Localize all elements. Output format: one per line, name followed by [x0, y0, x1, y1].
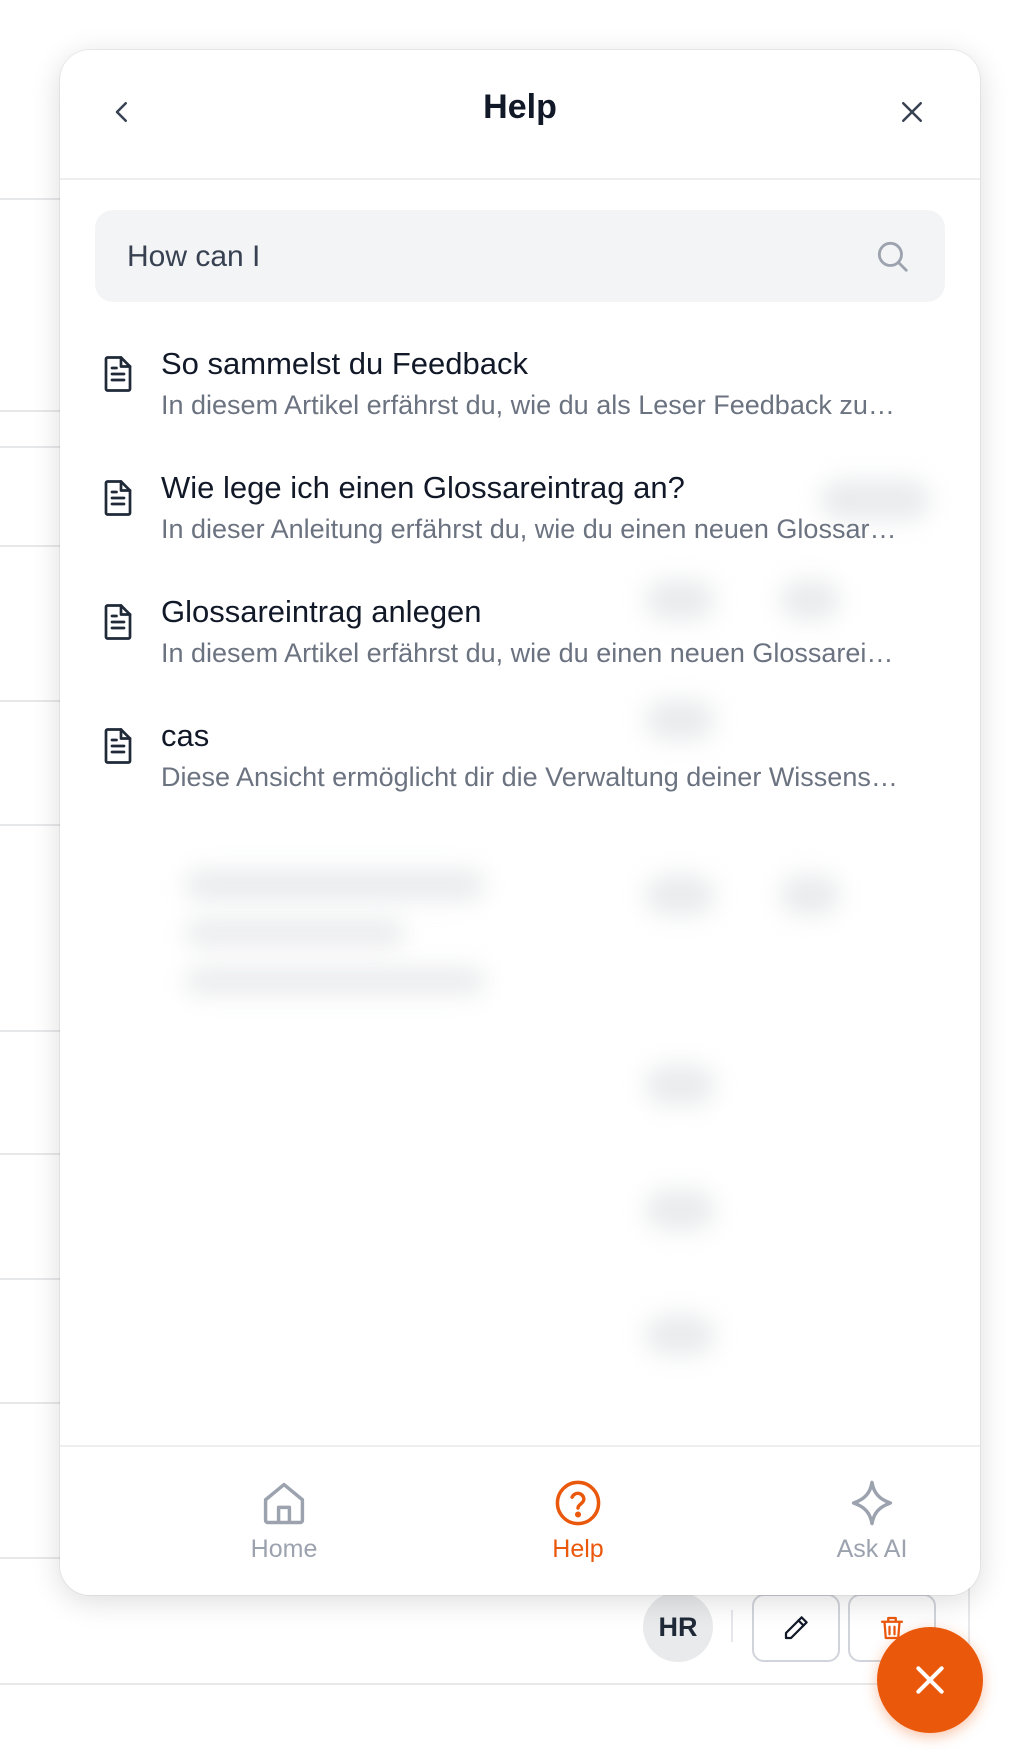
- home-icon: [263, 1482, 305, 1525]
- document-icon: [104, 356, 132, 392]
- divider: [0, 824, 60, 826]
- search-box: [95, 210, 945, 304]
- ghost-shape: [645, 1190, 715, 1230]
- ghost-shape: [645, 875, 715, 915]
- search-icon[interactable]: [873, 237, 911, 275]
- divider: [0, 1683, 980, 1685]
- document-icon: [104, 604, 132, 640]
- document-icon: [104, 480, 132, 516]
- nav-home[interactable]: Home: [184, 1477, 384, 1577]
- ghost-shape: [185, 870, 485, 900]
- divider: [0, 545, 60, 547]
- search-input[interactable]: [125, 210, 869, 304]
- divider: [0, 198, 60, 200]
- result-title: So sammelst du Feedback: [161, 346, 529, 381]
- close-icon: [916, 1666, 944, 1694]
- ghost-shape: [645, 1065, 715, 1105]
- close-icon: [902, 102, 922, 122]
- search-result[interactable]: Glossareintrag anlegen In diesem Artikel…: [60, 594, 980, 718]
- avatar[interactable]: HR: [643, 1592, 713, 1662]
- divider: [731, 1610, 733, 1642]
- bottom-nav: Home Help Ask AI: [60, 1445, 980, 1595]
- ghost-shape: [185, 968, 485, 994]
- sparkle-icon: [851, 1480, 893, 1526]
- search-result[interactable]: cas Diese Ansicht ermöglicht dir die Ver…: [60, 718, 980, 842]
- result-description: Diese Ansicht ermöglicht dir die Verwalt…: [161, 762, 898, 792]
- result-description: In dieser Anleitung erfährst du, wie du …: [161, 514, 897, 544]
- result-description: In diesem Artikel erfährst du, wie du al…: [161, 390, 895, 420]
- nav-ask-ai-label: Ask AI: [836, 1535, 908, 1563]
- edit-button[interactable]: [752, 1594, 840, 1662]
- nav-ask-ai[interactable]: Ask AI: [772, 1477, 972, 1577]
- document-icon: [104, 728, 132, 764]
- widget-title: Help: [483, 88, 557, 126]
- pencil-icon: [784, 1616, 808, 1640]
- divider: [0, 1030, 60, 1032]
- search-result[interactable]: Wie lege ich einen Glossareintrag an? In…: [60, 470, 980, 594]
- search-result[interactable]: So sammelst du Feedback In diesem Artike…: [60, 346, 980, 470]
- result-title: Glossareintrag anlegen: [161, 594, 482, 629]
- nav-help-label: Help: [552, 1535, 604, 1563]
- divider: [0, 700, 60, 702]
- result-title: Wie lege ich einen Glossareintrag an?: [161, 470, 685, 505]
- divider: [0, 410, 60, 412]
- divider: [0, 1278, 60, 1280]
- nav-home-label: Home: [250, 1535, 318, 1563]
- ghost-shape: [645, 1315, 715, 1355]
- ghost-shape: [780, 875, 840, 915]
- divider: [0, 446, 60, 448]
- close-button[interactable]: [890, 90, 934, 134]
- nav-help[interactable]: Help: [478, 1477, 678, 1577]
- result-description: In diesem Artikel erfährst du, wie du ei…: [161, 638, 894, 668]
- question-circle-icon: [555, 1480, 601, 1526]
- divider: [0, 1402, 60, 1404]
- ghost-shape: [185, 920, 405, 946]
- divider: [0, 1153, 60, 1155]
- close-widget-button[interactable]: [877, 1627, 983, 1733]
- widget-header: Help: [60, 50, 980, 180]
- search-results: So sammelst du Feedback In diesem Artike…: [60, 346, 980, 842]
- help-widget: Help So sammelst du Feedback In diesem A…: [60, 50, 980, 1595]
- result-title: cas: [161, 718, 210, 753]
